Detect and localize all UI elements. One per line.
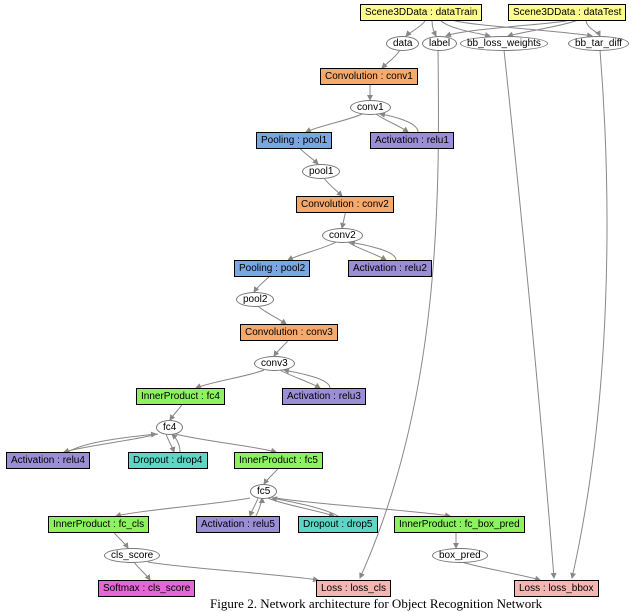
blob-conv2: conv2 — [322, 228, 363, 243]
layer-conv3: Convolution : conv3 — [240, 324, 338, 341]
blob-fc4: fc4 — [156, 420, 183, 435]
layer-relu5: Activation : relu5 — [196, 516, 280, 533]
layer-loss-cls: Loss : loss_cls — [316, 580, 391, 597]
layer-fc-cls: InnerProduct : fc_cls — [48, 516, 149, 533]
layer-conv1: Convolution : conv1 — [320, 68, 418, 85]
layer-fc-box-pred: InnerProduct : fc_box_pred — [394, 516, 525, 533]
blob-label: label — [422, 36, 457, 51]
layer-drop5: Dropout : drop5 — [298, 516, 378, 533]
blob-data: data — [386, 36, 419, 51]
blob-pool1: pool1 — [302, 164, 340, 179]
layer-softmax: Softmax : cls_score — [98, 580, 195, 597]
blob-bb-loss-weights: bb_loss_weights — [460, 36, 548, 51]
layer-relu3: Activation : relu3 — [282, 388, 366, 405]
layer-loss-bbox: Loss : loss_bbox — [514, 580, 599, 597]
layer-pool2: Pooling : pool2 — [234, 260, 310, 277]
blob-cls-score: cls_score — [104, 548, 160, 563]
blob-pool2: pool2 — [236, 292, 274, 307]
layer-conv2: Convolution : conv2 — [296, 196, 394, 213]
blob-conv3: conv3 — [254, 356, 295, 371]
figure-caption: Figure 2. Network architecture for Objec… — [210, 596, 542, 612]
layer-fc4: InnerProduct : fc4 — [136, 388, 225, 405]
layer-relu2: Activation : relu2 — [348, 260, 432, 277]
layer-drop4: Dropout : drop4 — [128, 452, 208, 469]
layer-relu4: Activation : relu4 — [6, 452, 90, 469]
layer-pool1: Pooling : pool1 — [256, 132, 332, 149]
blob-box-pred: box_pred — [432, 548, 488, 563]
blob-conv1: conv1 — [350, 100, 391, 115]
layer-data-train: Scene3DData : dataTrain — [360, 4, 482, 21]
blob-bb-tar-diff: bb_tar_diff — [568, 36, 629, 51]
blob-fc5: fc5 — [250, 484, 277, 499]
layer-data-test: Scene3DData : dataTest — [508, 4, 626, 21]
layer-relu1: Activation : relu1 — [370, 132, 454, 149]
layer-fc5: InnerProduct : fc5 — [234, 452, 323, 469]
